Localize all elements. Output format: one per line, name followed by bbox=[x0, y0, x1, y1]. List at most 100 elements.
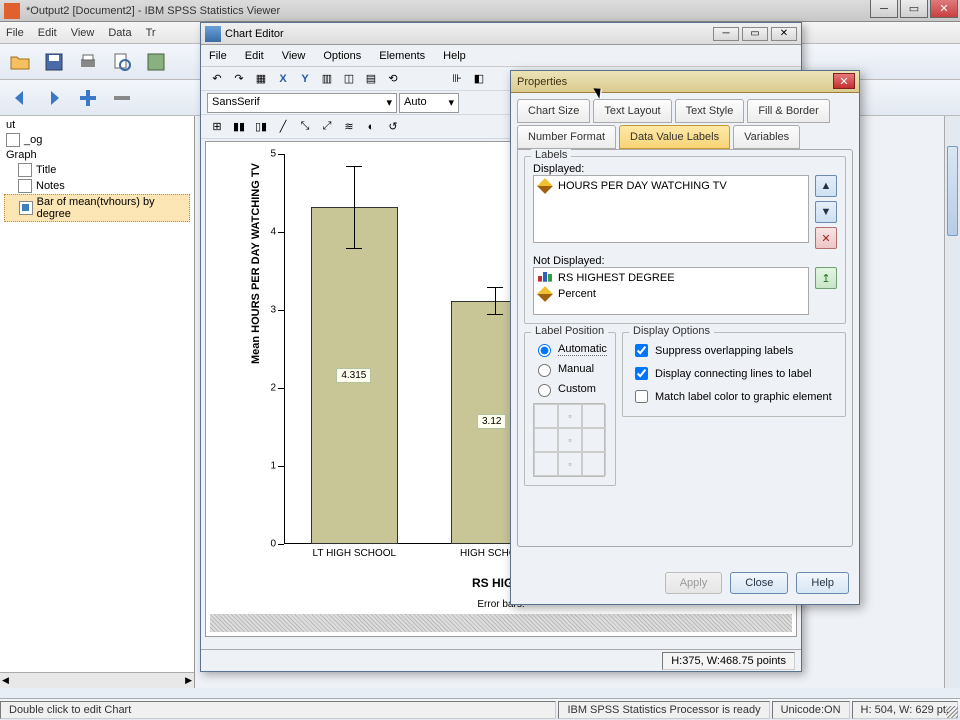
resize-grip-icon[interactable] bbox=[946, 706, 958, 718]
x-axis-icon[interactable]: X bbox=[273, 69, 293, 89]
toolbar-icon[interactable] bbox=[142, 48, 170, 76]
list-item[interactable]: Percent bbox=[538, 286, 804, 302]
ce-menu-file[interactable]: File bbox=[209, 50, 227, 62]
ce-menu-help[interactable]: Help bbox=[443, 50, 466, 62]
check-match[interactable]: Match label color to graphic element bbox=[631, 385, 837, 408]
tool-icon[interactable]: ⤡ bbox=[295, 117, 315, 137]
category-label: LT HIGH SCHOOL bbox=[294, 548, 414, 559]
menu-view[interactable]: View bbox=[71, 27, 95, 39]
tab-data-value-labels[interactable]: Data Value Labels bbox=[619, 125, 730, 149]
radio-manual[interactable]: Manual bbox=[533, 359, 607, 379]
tab-number-format[interactable]: Number Format bbox=[517, 125, 616, 149]
viewer-title: *Output2 [Document2] - IBM SPSS Statisti… bbox=[24, 5, 960, 17]
outline-item[interactable]: Notes bbox=[4, 178, 190, 194]
menu-edit[interactable]: Edit bbox=[38, 27, 57, 39]
remove-icon[interactable] bbox=[108, 84, 136, 112]
data-value-label[interactable]: 4.315 bbox=[336, 368, 371, 383]
status-dimensions: H: 504, W: 629 pt. bbox=[852, 701, 958, 719]
viewer-vscroll[interactable] bbox=[944, 116, 960, 688]
ce-maximize-button[interactable]: ▭ bbox=[742, 27, 768, 41]
tab-variables[interactable]: Variables bbox=[733, 125, 800, 149]
ce-menu-view[interactable]: View bbox=[282, 50, 306, 62]
viewer-titlebar[interactable]: *Output2 [Document2] - IBM SPSS Statisti… bbox=[0, 0, 960, 22]
undo-icon[interactable]: ↶ bbox=[207, 69, 227, 89]
chart-editor-title: Chart Editor bbox=[225, 28, 284, 40]
tool-icon[interactable]: ◫ bbox=[339, 69, 359, 89]
ce-close-button[interactable]: ✕ bbox=[771, 27, 797, 41]
menu-file[interactable]: File bbox=[6, 27, 24, 39]
chart-editor-titlebar[interactable]: Chart Editor ─ ▭ ✕ bbox=[201, 23, 801, 45]
properties-titlebar[interactable]: Properties ✕ bbox=[511, 71, 859, 93]
position-grid[interactable]: ▫ ▫ ▫ bbox=[533, 403, 605, 477]
add-icon[interactable] bbox=[74, 84, 102, 112]
ce-menu-options[interactable]: Options bbox=[323, 50, 361, 62]
ce-menu-edit[interactable]: Edit bbox=[245, 50, 264, 62]
nominal-var-icon bbox=[538, 271, 552, 285]
tab-text-layout[interactable]: Text Layout bbox=[593, 99, 671, 123]
not-displayed-listbox[interactable]: RS HIGHEST DEGREE Percent bbox=[533, 267, 809, 315]
back-icon[interactable] bbox=[6, 84, 34, 112]
close-button[interactable]: ✕ bbox=[930, 0, 958, 18]
radio-custom[interactable]: Custom bbox=[533, 379, 607, 399]
apply-button[interactable]: Apply bbox=[665, 572, 723, 594]
y-axis-icon[interactable]: Y bbox=[295, 69, 315, 89]
outline-hscroll[interactable] bbox=[0, 672, 194, 688]
tool-icon[interactable]: ▥ bbox=[317, 69, 337, 89]
scale-var-icon bbox=[537, 286, 553, 302]
tool-icon[interactable]: ⟲ bbox=[383, 69, 403, 89]
font-family-combo[interactable]: SansSerif▾ bbox=[207, 93, 397, 113]
print-icon[interactable] bbox=[74, 48, 102, 76]
tool-icon[interactable]: ↺ bbox=[383, 117, 403, 137]
tab-fill-border[interactable]: Fill & Border bbox=[747, 99, 830, 123]
tool-icon[interactable]: ≋ bbox=[339, 117, 359, 137]
tool-icon[interactable]: ▯▮ bbox=[251, 117, 271, 137]
outline-item[interactable]: Title bbox=[4, 162, 190, 178]
close-dialog-button[interactable]: Close bbox=[730, 572, 788, 594]
tool-icon[interactable]: ◧ bbox=[469, 69, 489, 89]
outline-item[interactable]: Graph bbox=[4, 148, 190, 162]
save-icon[interactable] bbox=[40, 48, 68, 76]
check-lines[interactable]: Display connecting lines to label bbox=[631, 362, 837, 385]
line-chart-icon[interactable]: ╱ bbox=[273, 117, 293, 137]
open-icon[interactable] bbox=[6, 48, 34, 76]
notes-icon bbox=[18, 179, 32, 193]
add-button[interactable]: ↥ bbox=[815, 267, 837, 289]
menu-data[interactable]: Data bbox=[108, 27, 131, 39]
displayed-label: Displayed: bbox=[533, 163, 837, 175]
tool-icon[interactable]: ⊞ bbox=[207, 117, 227, 137]
help-button[interactable]: Help bbox=[796, 572, 849, 594]
move-down-button[interactable]: ▼ bbox=[815, 201, 837, 223]
outline-item[interactable]: ut bbox=[4, 118, 190, 132]
tool-icon[interactable]: ⤢ bbox=[317, 117, 337, 137]
ce-menu-elements[interactable]: Elements bbox=[379, 50, 425, 62]
display-options-group: Display Options Suppress overlapping lab… bbox=[622, 332, 846, 417]
data-value-label[interactable]: 3.12 bbox=[477, 414, 506, 429]
ce-minimize-button[interactable]: ─ bbox=[713, 27, 739, 41]
bar-chart-icon[interactable]: ▮▮ bbox=[229, 117, 249, 137]
tool-icon[interactable]: ⊪ bbox=[447, 69, 467, 89]
tool-icon[interactable]: ◐ bbox=[361, 117, 381, 137]
outline-item-selected[interactable]: Bar of mean(tvhours) by degree bbox=[4, 194, 190, 222]
maximize-button[interactable]: ▭ bbox=[900, 0, 928, 18]
menu-transform[interactable]: Tr bbox=[146, 27, 156, 39]
tool-icon[interactable]: ▤ bbox=[361, 69, 381, 89]
properties-close-button[interactable]: ✕ bbox=[833, 73, 855, 89]
list-item[interactable]: HOURS PER DAY WATCHING TV bbox=[538, 178, 804, 194]
minimize-button[interactable]: ─ bbox=[870, 0, 898, 18]
remove-button[interactable]: ✕ bbox=[815, 227, 837, 249]
list-item[interactable]: RS HIGHEST DEGREE bbox=[538, 270, 804, 286]
tab-text-style[interactable]: Text Style bbox=[675, 99, 745, 123]
displayed-listbox[interactable]: HOURS PER DAY WATCHING TV bbox=[533, 175, 809, 243]
move-up-button[interactable]: ▲ bbox=[815, 175, 837, 197]
status-unicode: Unicode:ON bbox=[772, 701, 850, 719]
forward-icon[interactable] bbox=[40, 84, 68, 112]
props-icon[interactable]: ▦ bbox=[251, 69, 271, 89]
outline-item[interactable]: _og bbox=[4, 132, 190, 148]
tab-chart-size[interactable]: Chart Size bbox=[517, 99, 590, 123]
radio-automatic[interactable]: Automatic bbox=[533, 339, 607, 359]
font-size-combo[interactable]: Auto▾ bbox=[399, 93, 459, 113]
print-preview-icon[interactable] bbox=[108, 48, 136, 76]
redo-icon[interactable]: ↷ bbox=[229, 69, 249, 89]
labels-group: Labels Displayed: HOURS PER DAY WATCHING… bbox=[524, 156, 846, 324]
check-suppress[interactable]: Suppress overlapping labels bbox=[631, 339, 837, 362]
